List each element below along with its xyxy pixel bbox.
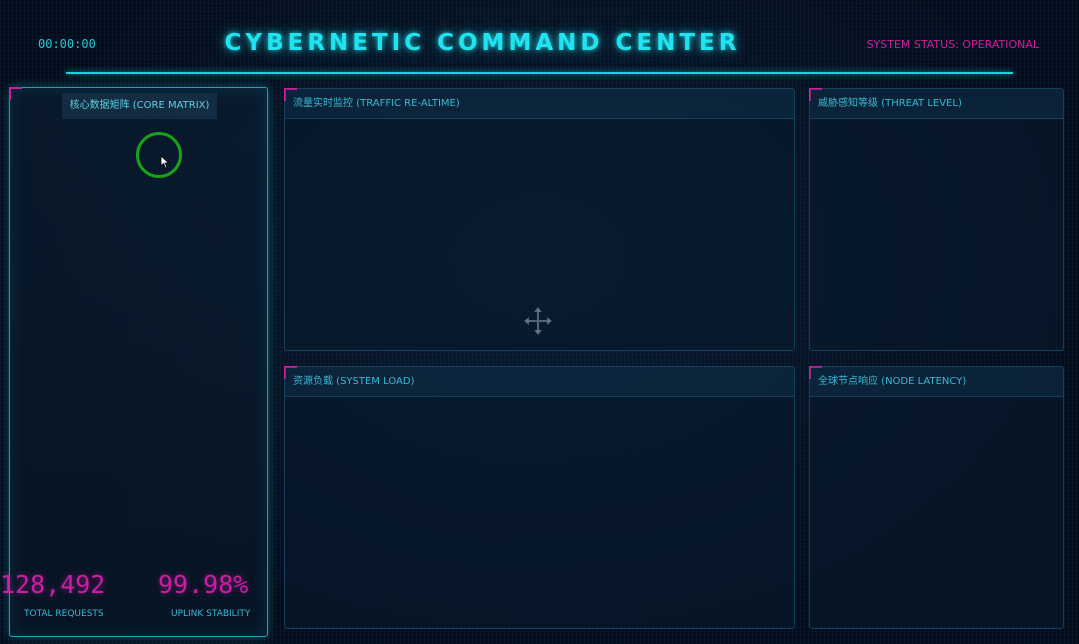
panel-title: 威胁感知等级 (THREAT LEVEL) — [810, 89, 1063, 119]
panel-title: 核心数据矩阵 (CORE MATRIX) — [62, 93, 217, 119]
total-requests-value: 128,492 — [0, 570, 106, 599]
panel-core-matrix: 核心数据矩阵 (CORE MATRIX) 128,492 TOTAL REQUE… — [0, 87, 268, 637]
panel-title: 全球节点响应 (NODE LATENCY) — [810, 367, 1063, 397]
panel-system-load: 资源负载 (SYSTEM LOAD) — [284, 366, 795, 629]
page-title: CYBERNETIC COMMAND CENTER — [224, 30, 741, 56]
panel-node-latency: 全球节点响应 (NODE LATENCY) — [809, 366, 1064, 629]
loading-ring-icon — [136, 132, 182, 178]
uplink-stability-value: 99.98% — [158, 570, 249, 599]
system-status: SYSTEM STATUS: OPERATIONAL — [866, 38, 1039, 51]
panel-title: 资源负载 (SYSTEM LOAD) — [285, 367, 794, 397]
panel-corner-accent — [9, 87, 22, 100]
header-divider — [66, 72, 1013, 74]
uplink-stability-label: UPLINK STABILITY — [171, 609, 251, 619]
header: 00:00:00 CYBERNETIC COMMAND CENTER SYSTE… — [0, 0, 1079, 80]
total-requests-label: TOTAL REQUESTS — [24, 609, 104, 619]
panel-threat-level: 威胁感知等级 (THREAT LEVEL) — [809, 88, 1064, 351]
panel-title: 流量实时监控 (TRAFFIC RE-ALTIME) — [285, 89, 794, 119]
move-cross-icon[interactable] — [523, 306, 553, 340]
